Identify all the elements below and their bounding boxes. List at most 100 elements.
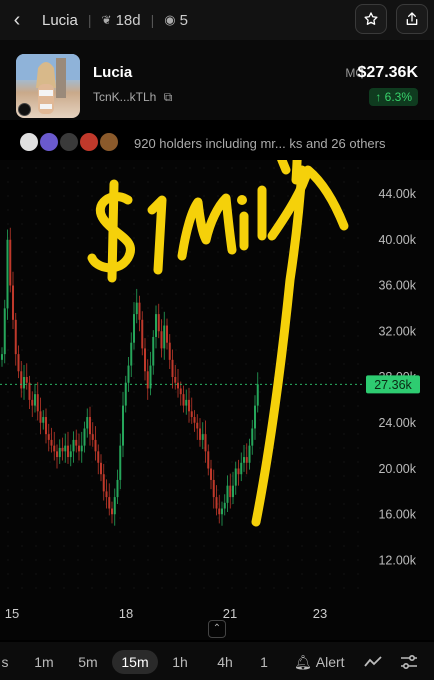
grid-dot bbox=[357, 503, 359, 505]
line-chart-icon[interactable] bbox=[364, 656, 382, 668]
token-address[interactable]: TcnK...kTLh ⧉ bbox=[93, 90, 172, 105]
candle-body bbox=[157, 314, 160, 332]
grid-dot bbox=[343, 503, 345, 505]
grid-dot bbox=[91, 531, 93, 533]
grid-dot bbox=[49, 559, 51, 561]
candle-body bbox=[6, 239, 9, 309]
timeframe-1h[interactable]: 1h bbox=[166, 650, 194, 674]
grid-dot bbox=[189, 531, 191, 533]
grid-dot bbox=[77, 545, 79, 547]
timeframe-1m[interactable]: 1m bbox=[28, 650, 60, 674]
grid-dot bbox=[343, 335, 345, 337]
grid-dot bbox=[133, 279, 135, 281]
timeframe-4h[interactable]: 4h bbox=[210, 650, 240, 674]
timeframe-5m[interactable]: 5m bbox=[72, 650, 104, 674]
grid-dot bbox=[49, 279, 51, 281]
grid-dot bbox=[175, 279, 177, 281]
grid-dot bbox=[175, 559, 177, 561]
grid-dot bbox=[245, 293, 247, 295]
share-button[interactable] bbox=[396, 4, 428, 34]
grid-dot bbox=[7, 503, 9, 505]
grid-dot bbox=[217, 587, 219, 589]
grid-dot bbox=[119, 405, 121, 407]
grid-dot bbox=[259, 461, 261, 463]
grid-dot bbox=[231, 391, 233, 393]
settings-sliders-icon[interactable] bbox=[400, 654, 418, 670]
grid-dot bbox=[273, 587, 275, 589]
chevron-left-icon[interactable]: ‹ bbox=[0, 9, 34, 32]
timeframe-s[interactable]: s bbox=[0, 650, 10, 674]
grid-dot bbox=[357, 531, 359, 533]
grid-dot bbox=[175, 475, 177, 477]
grid-dot bbox=[329, 307, 331, 309]
grid-dot bbox=[35, 335, 37, 337]
grid-dot bbox=[203, 265, 205, 267]
grid-dot bbox=[21, 489, 23, 491]
grid-dot bbox=[329, 559, 331, 561]
grid-dot bbox=[175, 391, 177, 393]
grid-dot bbox=[259, 181, 261, 183]
grid-dot bbox=[21, 209, 23, 211]
grid-dot bbox=[91, 517, 93, 519]
grid-dot bbox=[7, 433, 9, 435]
grid-dot bbox=[343, 531, 345, 533]
grid-dot bbox=[245, 517, 247, 519]
grid-dot bbox=[343, 209, 345, 211]
copy-icon[interactable]: ⧉ bbox=[164, 90, 173, 104]
grid-dot bbox=[147, 293, 149, 295]
grid-dot bbox=[273, 559, 275, 561]
grid-dot bbox=[217, 559, 219, 561]
grid-dot bbox=[63, 573, 65, 575]
grid-dot bbox=[203, 447, 205, 449]
grid-dot bbox=[21, 447, 23, 449]
candle-body bbox=[166, 325, 168, 343]
grid-dot bbox=[259, 279, 261, 281]
candle-body bbox=[116, 479, 119, 498]
grid-dot bbox=[189, 489, 191, 491]
grid-dot bbox=[189, 167, 191, 169]
timeframe-15m[interactable]: 15m bbox=[112, 650, 158, 674]
grid-dot bbox=[161, 363, 163, 365]
grid-dot bbox=[49, 237, 51, 239]
grid-dot bbox=[63, 503, 65, 505]
grid-dot bbox=[21, 405, 23, 407]
price-chart[interactable]: 44.00k40.00k36.00k32.00k28.00k24.00k20.0… bbox=[0, 160, 434, 640]
grid-dot bbox=[301, 321, 303, 323]
grid-dot bbox=[147, 335, 149, 337]
alert-button[interactable]: 🔔︎ Alert bbox=[294, 650, 345, 674]
grid-dot bbox=[105, 461, 107, 463]
y-tick-label: 40.00k bbox=[378, 233, 416, 247]
grid-dot bbox=[329, 335, 331, 337]
grid-dot bbox=[63, 419, 65, 421]
grid-dot bbox=[217, 335, 219, 337]
grid-dot bbox=[105, 405, 107, 407]
grid-dot bbox=[49, 461, 51, 463]
grid-dot bbox=[273, 209, 275, 211]
candle-body bbox=[138, 302, 141, 320]
holders-row[interactable]: 920 holders including mr... ks and 26 ot… bbox=[0, 124, 434, 160]
grid-dot bbox=[245, 559, 247, 561]
grid-dot bbox=[203, 391, 205, 393]
grid-dot bbox=[91, 461, 93, 463]
grid-dot bbox=[343, 167, 345, 169]
grid-dot bbox=[329, 517, 331, 519]
grid-dot bbox=[329, 531, 331, 533]
candle-body bbox=[31, 399, 34, 406]
expand-chart-icon[interactable]: ⌃ bbox=[208, 620, 226, 638]
grid-dot bbox=[231, 335, 233, 337]
grid-dot bbox=[77, 293, 79, 295]
candle-body bbox=[237, 468, 240, 475]
annotation-one bbox=[147, 195, 167, 275]
grid-dot bbox=[49, 419, 51, 421]
grid-dot bbox=[189, 363, 191, 365]
timeframe-1[interactable]: 1 bbox=[258, 650, 270, 674]
candle-body bbox=[243, 457, 245, 463]
chart-canvas[interactable]: 44.00k40.00k36.00k32.00k28.00k24.00k20.0… bbox=[0, 160, 434, 640]
market-cap-value: $27.36K bbox=[357, 64, 419, 81]
star-button[interactable] bbox=[355, 4, 387, 34]
grid-dot bbox=[175, 265, 177, 267]
grid-dot bbox=[189, 377, 191, 379]
grid-dot bbox=[329, 489, 331, 491]
grid-dot bbox=[329, 251, 331, 253]
grid-dot bbox=[203, 293, 205, 295]
